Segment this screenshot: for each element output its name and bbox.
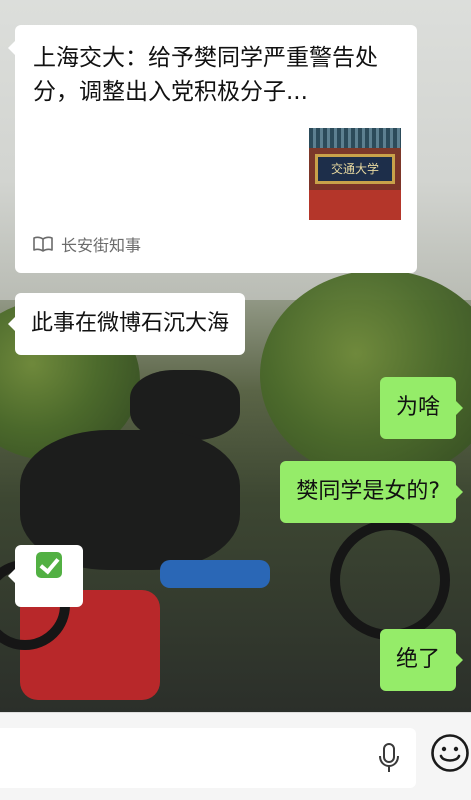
- message-text: 樊同学是女的?: [296, 479, 440, 504]
- bubble-tail: [8, 317, 15, 331]
- article-source-name: 长安街知事: [61, 236, 142, 255]
- incoming-message[interactable]: ✅: [8, 545, 83, 607]
- check-mark-emoji: ✅: [36, 552, 62, 578]
- bubble-tail: [8, 569, 15, 583]
- message-input[interactable]: [0, 728, 416, 788]
- message-text: 此事在微博石沉大海: [31, 311, 230, 336]
- microphone-icon[interactable]: [378, 742, 400, 774]
- message-input-bar: [0, 712, 471, 800]
- article-title: 上海交大：给予樊同学严重警告处分，调整出入党积极分子...: [33, 45, 378, 105]
- incoming-message[interactable]: 此事在微博石沉大海: [8, 293, 246, 355]
- outgoing-message[interactable]: 樊同学是女的?: [280, 461, 463, 523]
- outgoing-message[interactable]: 为啥: [379, 377, 463, 439]
- thumbnail-plaque-text: 交通大学: [330, 162, 379, 176]
- thumbnail-eave: [309, 128, 401, 148]
- message-text: 绝了: [395, 647, 440, 672]
- thumbnail-plaque: 交通大学: [315, 154, 395, 184]
- bubble-tail: [456, 653, 463, 667]
- message-text: 为啥: [395, 395, 440, 420]
- article-thumbnail: 交通大学: [309, 128, 401, 220]
- chat-area[interactable]: 上海交大：给予樊同学严重警告处分，调整出入党积极分子... 交通大学 长安街知事…: [0, 0, 471, 712]
- bubble-tail: [456, 401, 463, 415]
- bubble-tail: [456, 485, 463, 499]
- article-source: 长安街知事: [33, 231, 141, 257]
- thumbnail-wall: [309, 190, 401, 220]
- bubble-tail: [8, 41, 15, 55]
- smiley-icon[interactable]: [430, 733, 470, 773]
- book-icon: [33, 236, 53, 252]
- shared-article-card[interactable]: 上海交大：给予樊同学严重警告处分，调整出入党积极分子... 交通大学 长安街知事: [8, 25, 417, 273]
- outgoing-message[interactable]: 绝了: [379, 629, 463, 691]
